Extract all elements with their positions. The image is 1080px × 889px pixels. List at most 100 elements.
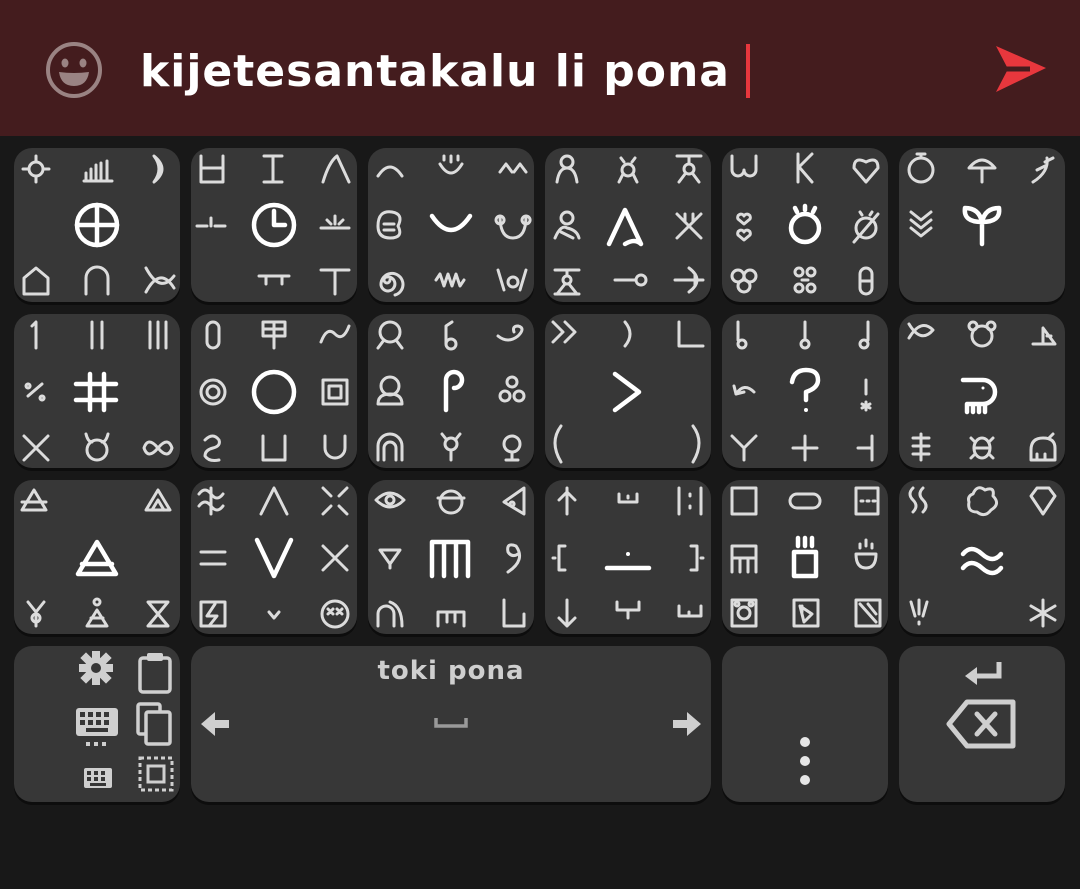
glyph-sewi-arrow — [557, 486, 577, 516]
glyph-pakala — [321, 544, 349, 572]
glyph-pona — [429, 213, 473, 233]
key-16[interactable] — [545, 480, 711, 634]
key-10[interactable] — [545, 314, 711, 468]
glyph-wan — [30, 320, 38, 350]
glyph-kepeken — [796, 152, 814, 184]
enter-backspace-key[interactable] — [899, 646, 1065, 802]
arrow-left-icon[interactable] — [201, 712, 229, 736]
glyph-mije — [496, 268, 528, 292]
glyph-kiwen — [262, 154, 284, 184]
glyph-pilin — [438, 154, 464, 175]
more-key[interactable] — [722, 646, 888, 802]
glyph-noka-m — [436, 610, 466, 628]
key-12[interactable] — [899, 314, 1065, 468]
key-6[interactable] — [899, 148, 1065, 302]
key-4[interactable] — [545, 148, 711, 302]
arrow-right-icon[interactable] — [673, 712, 701, 736]
glyph-poki-open — [261, 434, 287, 462]
glyph-jan-outline — [376, 375, 404, 406]
glyph-kute-ear — [502, 486, 526, 516]
keyboard-icon[interactable] — [76, 708, 118, 746]
glyph-pan — [858, 266, 874, 296]
glyph-ni-bar — [856, 434, 874, 462]
key-14[interactable] — [191, 480, 357, 634]
glyph-mun — [152, 154, 164, 184]
glyph-jan — [555, 154, 579, 184]
key-5[interactable] — [722, 148, 888, 302]
glyph-anu — [267, 610, 281, 620]
space-bar-icon — [434, 718, 468, 728]
key-9[interactable] — [368, 314, 534, 468]
glyph-hourglass — [146, 600, 170, 628]
emoji-button[interactable] — [44, 40, 104, 100]
glyph-o — [436, 489, 466, 515]
glyph-ma — [74, 202, 120, 248]
glyph-ala-zero — [205, 320, 221, 350]
glyph-moku — [854, 538, 878, 570]
backspace-icon[interactable] — [946, 699, 1016, 749]
glyph-sitelen — [21, 154, 51, 184]
glyph-akesi — [960, 377, 998, 415]
key-11[interactable] — [722, 314, 888, 468]
gear-icon[interactable] — [79, 651, 113, 685]
glyph-kasi — [962, 205, 1002, 247]
glyph-sike-main — [251, 369, 297, 415]
glyph-nena-stack — [144, 488, 172, 512]
glyph-soweli-box — [730, 598, 758, 628]
glyph-lili — [606, 207, 644, 247]
key-13[interactable] — [14, 480, 180, 634]
glyph-noka — [257, 274, 291, 286]
glyph-sewi — [319, 268, 351, 296]
glyph-ko — [967, 486, 998, 517]
glyph-kiwen-gem — [1029, 486, 1057, 516]
glyph-ale — [142, 440, 174, 456]
glyph-linja-box — [788, 492, 822, 510]
glyph-mu — [378, 548, 402, 570]
key-8[interactable] — [191, 314, 357, 468]
glyph-jan-triangle — [85, 597, 109, 628]
glyph-mun-star — [1029, 598, 1057, 628]
glyph-pilin-hearts — [736, 212, 752, 242]
glyph-tenpo — [251, 202, 297, 248]
glyph-poka — [677, 486, 703, 516]
glyph-lukin — [376, 320, 404, 350]
glyph-sinpin — [376, 165, 404, 178]
clipboard-icon[interactable] — [138, 653, 172, 694]
key-15[interactable] — [368, 480, 534, 634]
glyph-awen-double-right — [551, 320, 577, 344]
glyph-anpa-arrow — [557, 598, 577, 628]
key-18[interactable] — [899, 480, 1065, 634]
input-bar: kijetesantakalu li pona — [0, 0, 1080, 136]
utility-key[interactable] — [14, 646, 180, 802]
glyph-moli — [320, 599, 350, 629]
send-arrow-icon — [996, 46, 1046, 92]
key-2[interactable] — [191, 148, 357, 302]
key-1[interactable] — [14, 148, 180, 302]
glyph-anpa — [195, 216, 227, 228]
smiley-face-icon — [46, 42, 102, 98]
glyph-pini-right — [858, 320, 870, 350]
glyph-pi — [443, 369, 465, 413]
send-button[interactable] — [990, 40, 1050, 100]
copy-icon[interactable] — [136, 702, 172, 746]
key-7[interactable] — [14, 314, 180, 468]
key-17[interactable] — [722, 480, 888, 634]
glyph-wawa-bolt — [199, 600, 227, 628]
glyph-suno-box — [791, 535, 819, 579]
glyph-pakala-x — [321, 486, 349, 516]
glyph-meli — [553, 210, 581, 240]
enter-icon[interactable] — [965, 662, 1002, 685]
glyph-jan-sewi — [675, 154, 703, 184]
glyph-seme — [789, 367, 821, 412]
text-caret — [745, 44, 750, 98]
glyph-nena-arch — [376, 432, 404, 462]
text-input[interactable]: kijetesantakalu li pona — [140, 44, 750, 100]
glyph-lawa-lambda — [259, 486, 289, 516]
glyph-jan-pona — [617, 156, 639, 184]
space-key[interactable]: toki pona — [191, 646, 711, 802]
keyboard-small-icon[interactable] — [84, 768, 112, 788]
select-all-icon[interactable] — [138, 756, 174, 792]
glyph-lukin-eye — [374, 491, 406, 509]
glyph-mute-bars — [148, 320, 168, 350]
key-3[interactable] — [368, 148, 534, 302]
